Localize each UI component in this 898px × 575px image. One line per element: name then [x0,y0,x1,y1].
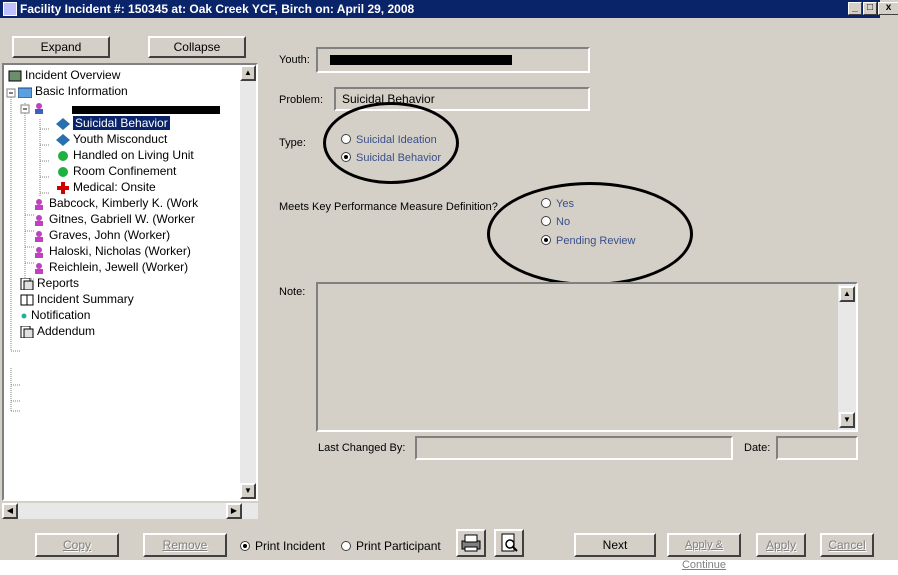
person-icon [32,230,46,242]
footer-bar: Copy Remove Print Incident Print Partici… [0,523,898,571]
person-icon [32,262,46,274]
minimize-button[interactable]: _ [848,2,862,15]
book-icon [20,294,34,306]
type-option-suicidal-behavior[interactable]: Suicidal Behavior [341,152,441,164]
copy-button[interactable]: Copy [35,533,119,557]
scroll-down-arrow-icon[interactable]: ▼ [839,412,855,428]
tree-item-reports[interactable]: Reports [20,275,79,291]
scroll-right-arrow-icon[interactable]: ▶ [226,503,242,519]
report-icon [20,325,34,339]
tree-item-worker-reichlein[interactable]: Reichlein, Jewell (Worker) [32,259,188,275]
note-scrollbar[interactable]: ▲ ▼ [838,284,856,430]
date-field[interactable] [776,436,858,460]
date-label: Date: [744,442,771,454]
problem-field[interactable]: Suicidal Behavior [334,87,590,111]
radio-checked-icon [240,541,250,551]
kpm-option-no[interactable]: No [541,216,570,228]
person-icon [32,246,46,258]
maximize-button[interactable]: □ [863,2,877,15]
kpm-option-yes[interactable]: Yes [541,198,574,210]
collapse-button[interactable]: Collapse [148,36,246,58]
tree-item-basic-information[interactable]: Basic Information [17,83,128,99]
title-bar: Facility Incident #: 150345 at: Oak Cree… [0,0,880,18]
green-circle-icon [56,150,70,162]
print-preview-button[interactable] [494,529,524,557]
tree-item-youth[interactable] [32,99,49,115]
tree-item-worker-babcock[interactable]: Babcock, Kimberly K. (Work [32,195,198,211]
tree-item-room-confinement[interactable]: Room Confinement [56,163,176,179]
diamond-icon [56,117,70,130]
diamond-icon [56,133,70,146]
tree-item-youth-misconduct[interactable]: Youth Misconduct [56,131,167,147]
type-label: Type: [279,137,306,149]
note-textarea[interactable]: ▲ ▼ [316,282,858,432]
radio-unchecked-icon [541,198,551,208]
person-icon [32,198,46,210]
tree-item-notification[interactable]: Notification [20,307,90,323]
tree-vertical-scrollbar[interactable]: ▲ ▼ [240,65,256,499]
print-participant-option[interactable]: Print Participant [341,539,441,553]
incident-tree[interactable]: Incident Overview Basic Information Suic… [2,63,258,501]
app-icon [3,2,17,16]
radio-unchecked-icon [341,134,351,144]
scroll-up-arrow-icon[interactable]: ▲ [839,286,855,302]
green-circle-icon [56,166,70,178]
redacted-youth-name [72,106,220,114]
radio-unchecked-icon [541,216,551,226]
person-icon [32,214,46,226]
tree-item-worker-haloski[interactable]: Haloski, Nicholas (Worker) [32,243,191,259]
printer-icon [461,534,481,552]
last-changed-label: Last Changed By: [318,442,406,454]
scroll-down-arrow-icon[interactable]: ▼ [240,483,256,499]
print-button[interactable] [456,529,486,557]
radio-checked-icon [541,235,551,245]
note-label: Note: [279,286,306,298]
next-button[interactable]: Next [574,533,656,557]
cancel-button[interactable]: Cancel [820,533,874,557]
radio-checked-icon [341,152,351,162]
overview-icon [8,70,22,82]
redacted-youth-field [330,55,512,65]
scroll-up-arrow-icon[interactable]: ▲ [240,65,256,81]
tree-item-worker-gitnes[interactable]: Gitnes, Gabriell W. (Worker [32,211,195,227]
folder-icon [17,86,33,99]
close-button[interactable]: x [878,2,898,15]
tree-item-worker-graves[interactable]: Graves, John (Worker) [32,227,170,243]
highlight-ellipse-kpm [487,182,693,286]
type-option-suicidal-ideation[interactable]: Suicidal Ideation [341,134,437,146]
app-window: Facility Incident #: 150345 at: Oak Cree… [0,0,898,571]
kpm-option-pending-review[interactable]: Pending Review [541,235,636,247]
expand-button[interactable]: Expand [12,36,110,58]
report-icon [20,277,34,291]
last-changed-field[interactable] [415,436,733,460]
apply-button[interactable]: Apply [756,533,806,557]
scroll-left-arrow-icon[interactable]: ◀ [2,503,18,519]
tree-item-incident-summary[interactable]: Incident Summary [20,291,134,307]
apply-continue-button[interactable]: Apply & Continue [667,533,741,571]
tree-item-medical-onsite[interactable]: Medical: Onsite [56,179,156,195]
tree-item-handled-on-living-unit[interactable]: Handled on Living Unit [56,147,194,163]
person-icon [32,102,46,114]
tree-item-addendum[interactable]: Addendum [20,323,95,339]
tree-item-incident-overview[interactable]: Incident Overview [8,67,120,83]
problem-label: Problem: [279,94,324,106]
kpm-label: Meets Key Performance Measure Definition… [279,201,498,213]
radio-unchecked-icon [341,541,351,551]
tree-horizontal-scrollbar[interactable]: ◀ ▶ [2,503,258,519]
window-title: Facility Incident #: 150345 at: Oak Cree… [20,2,415,16]
print-preview-icon [501,533,518,552]
red-cross-icon [56,181,70,194]
dot-icon [20,310,28,322]
tree-item-suicidal-behavior[interactable]: Suicidal Behavior [56,115,170,131]
print-incident-option[interactable]: Print Incident [240,539,325,553]
remove-button[interactable]: Remove [143,533,227,557]
youth-label: Youth: [279,54,310,66]
